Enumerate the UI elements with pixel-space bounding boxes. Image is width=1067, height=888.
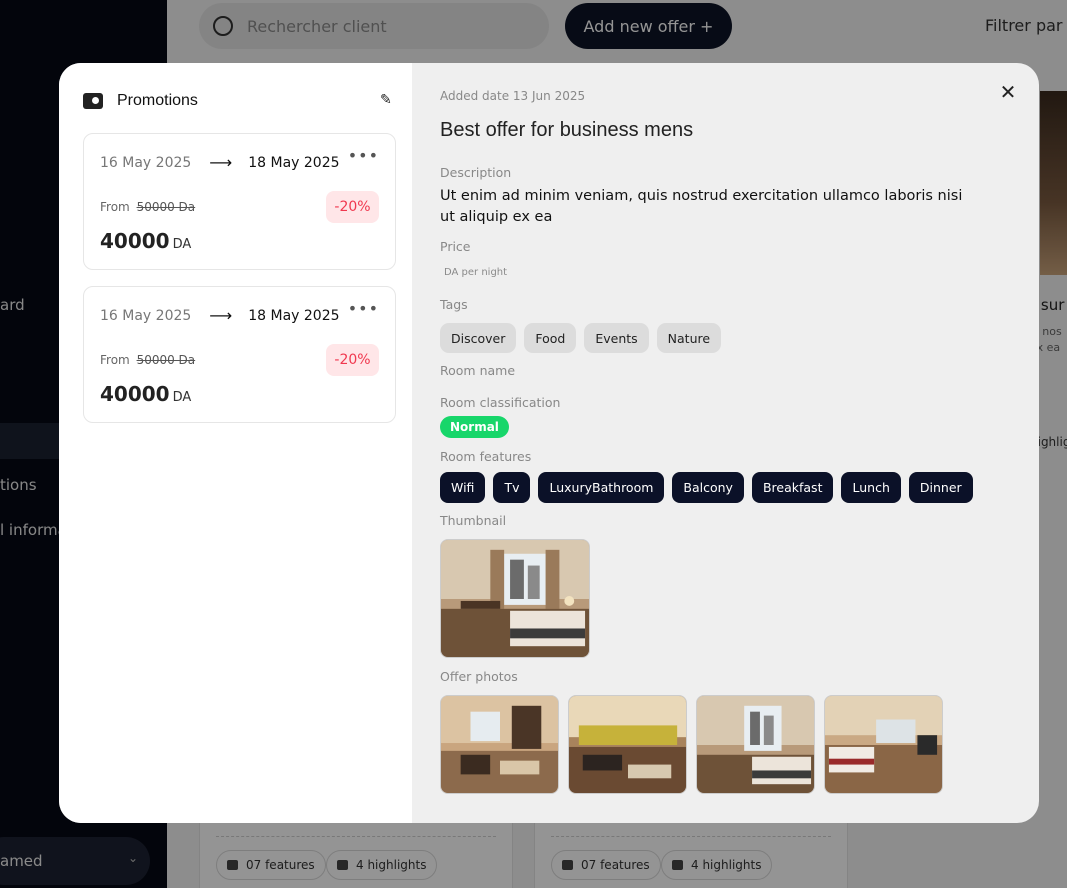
more-options-icon[interactable]: •••: [348, 146, 379, 165]
price-unit: DA per night: [444, 267, 508, 278]
from-label: From: [100, 200, 130, 214]
room-name-label: Room name: [440, 363, 516, 378]
added-date: Added date 13 Jun 2025: [440, 89, 586, 103]
arrow-right-icon: ⟶: [209, 153, 233, 172]
feature-chip: LuxuryBathroom: [538, 472, 665, 503]
old-price: 50000 Da: [136, 200, 196, 214]
offer-photo[interactable]: [696, 695, 815, 794]
promotions-title: Promotions: [117, 92, 198, 109]
tags-list: Discover Food Events Nature: [440, 323, 722, 353]
tag-chip: Nature: [656, 323, 722, 353]
old-price: 50000 Da: [136, 353, 196, 367]
original-price: From 50000 Da: [100, 353, 195, 367]
offer-description: Ut enim ad minim veniam, quis nostrud ex…: [440, 188, 963, 225]
promotion-card[interactable]: 16 May 2025 ⟶ 18 May 2025 ••• From 50000…: [83, 133, 396, 270]
description-label: Description: [440, 165, 512, 180]
feature-chip: Wifi: [440, 472, 486, 503]
discount-badge: -20%: [326, 344, 379, 376]
edit-icon[interactable]: ✎: [380, 92, 396, 108]
offer-photo[interactable]: [440, 695, 559, 794]
arrow-right-icon: ⟶: [209, 306, 233, 325]
offer-details-panel: ✕ Added date 13 Jun 2025 Best offer for …: [412, 63, 1039, 823]
promotions-header: Promotions: [83, 87, 396, 115]
tag-chip: Events: [584, 323, 649, 353]
feature-chip: Dinner: [908, 472, 973, 503]
discount-badge: -20%: [326, 191, 379, 223]
close-icon[interactable]: ✕: [997, 81, 1019, 103]
promotion-dates: 16 May 2025 ⟶ 18 May 2025: [100, 153, 340, 172]
room-features-list: Wifi Tv LuxuryBathroom Balcony Breakfast…: [440, 472, 973, 503]
original-price: From 50000 Da: [100, 200, 195, 214]
date-from: 16 May 2025: [100, 307, 192, 324]
offer-photos-gallery: [440, 695, 943, 794]
offer-photos-label: Offer photos: [440, 669, 518, 684]
date-to: 18 May 2025: [248, 154, 340, 171]
room-classification-label: Room classification: [440, 395, 561, 410]
thumbnail-label: Thumbnail: [440, 513, 507, 528]
classification-badge: Normal: [440, 416, 509, 438]
tag-chip: Food: [524, 323, 577, 353]
price-value: 40000: [100, 382, 170, 406]
promotions-panel: Promotions ✎ 16 May 2025 ⟶ 18 May 2025 •…: [59, 63, 412, 823]
feature-chip: Tv: [493, 472, 531, 503]
promotion-dates: 16 May 2025 ⟶ 18 May 2025: [100, 306, 340, 325]
price-currency: DA: [172, 390, 192, 405]
from-label: From: [100, 353, 130, 367]
promotion-price: 40000 DA: [100, 229, 191, 253]
ticket-icon: [83, 93, 103, 109]
date-to: 18 May 2025: [248, 307, 340, 324]
tag-chip: Discover: [440, 323, 517, 353]
date-from: 16 May 2025: [100, 154, 192, 171]
offer-details-modal: Promotions ✎ 16 May 2025 ⟶ 18 May 2025 •…: [59, 63, 1039, 823]
feature-chip: Balcony: [672, 472, 744, 503]
offer-photo[interactable]: [824, 695, 943, 794]
promotion-price: 40000 DA: [100, 382, 191, 406]
room-features-label: Room features: [440, 449, 532, 464]
offer-photo[interactable]: [568, 695, 687, 794]
thumbnail-image[interactable]: [440, 539, 590, 658]
tags-label: Tags: [440, 297, 468, 312]
promotion-card[interactable]: 16 May 2025 ⟶ 18 May 2025 ••• From 50000…: [83, 286, 396, 423]
feature-chip: Breakfast: [751, 472, 834, 503]
price-value: 40000: [100, 229, 170, 253]
offer-title: Best offer for business mens: [440, 119, 694, 141]
feature-chip: Lunch: [841, 472, 901, 503]
more-options-icon[interactable]: •••: [348, 299, 379, 318]
price-currency: DA: [172, 237, 192, 252]
price-label: Price: [440, 239, 471, 254]
